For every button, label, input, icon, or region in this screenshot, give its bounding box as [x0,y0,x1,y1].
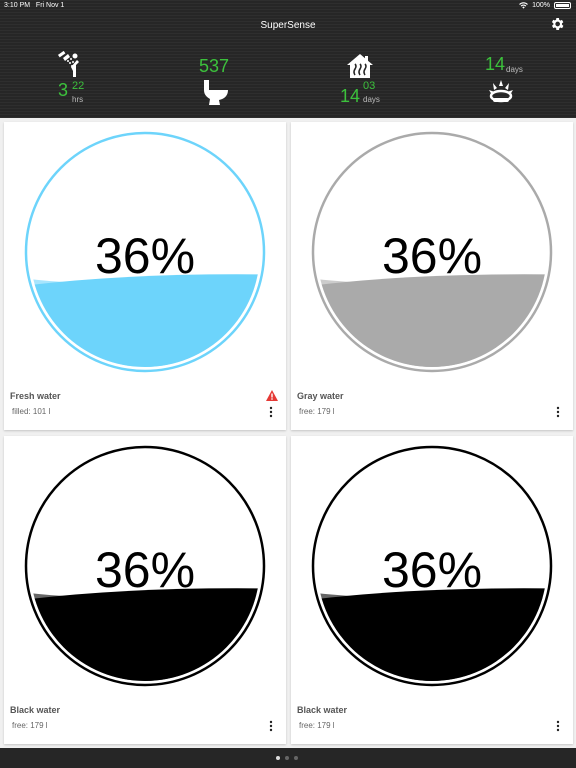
tank-percent: 36% [95,228,195,284]
warning-icon[interactable] [266,390,278,401]
more-menu-icon[interactable] [555,720,561,732]
shower-stat: 3 [58,80,68,101]
gas-unit: days [506,65,523,74]
gear-icon[interactable] [549,16,565,32]
page-indicator [276,756,298,760]
battery-percent: 100% [532,2,550,9]
tank-detail: free: 179 l [12,721,48,730]
tank-card-2[interactable]: 36% Gray water free: 179 l [291,122,573,430]
liquid-fill [317,588,547,681]
toilet-count: 537 [199,56,230,76]
tank-name: Black water [10,705,61,715]
tank-card-4[interactable]: 36% Black water free: 179 l [291,436,573,744]
tank-name: Gray water [297,391,344,401]
page-dot-2[interactable] [285,756,289,760]
more-menu-icon[interactable] [268,406,274,418]
shower-hours: 3 [58,80,69,100]
tank-card-1[interactable]: 36% Fresh water filled: 101 l [4,122,286,430]
tank-gauge: 36% [311,445,553,687]
page-footer [0,748,576,768]
status-time: 3:10 PM Fri Nov 1 [4,2,65,9]
liquid-fill [30,274,260,367]
liquid-fill [30,588,260,681]
tank-gauge: 36% [311,131,553,373]
status-right: 100% [519,2,571,9]
page-dot-1[interactable] [276,756,280,760]
more-menu-icon[interactable] [268,720,274,732]
heating-value: 14 [340,86,361,106]
tank-gauge: 36% [24,131,266,373]
tank-detail: filled: 101 l [12,407,51,416]
tank-card-3[interactable]: 36% Black water free: 179 l [4,436,286,744]
gas-value: 14 [485,54,506,74]
heating-unit: days [363,95,380,104]
tank-percent: 36% [382,542,482,598]
shower-icon [57,50,79,77]
tank-gauge: 36% [24,445,266,687]
house-heating-icon [347,54,373,78]
toilet-icon [204,80,228,105]
tank-detail: free: 179 l [299,407,335,416]
liquid-fill [317,274,547,367]
status-bar: 3:10 PM Fri Nov 1 100% [0,0,576,12]
shower-unit: hrs [72,95,84,104]
shower-minutes: 22 [72,80,85,92]
more-menu-icon[interactable] [555,406,561,418]
tank-name: Fresh water [10,391,61,401]
wifi-icon [519,2,528,9]
app-title: SuperSense [260,20,316,31]
tank-percent: 36% [95,542,195,598]
gas-burner-icon [489,80,513,103]
battery-icon [554,2,571,9]
tank-detail: free: 179 l [299,721,335,730]
heating-sub: 03 [363,80,376,92]
tank-percent: 36% [382,228,482,284]
tank-name: Black water [297,705,348,715]
page-dot-3[interactable] [294,756,298,760]
app-header: 3:10 PM Fri Nov 1 100% SuperSense 3 22 h… [0,0,576,118]
